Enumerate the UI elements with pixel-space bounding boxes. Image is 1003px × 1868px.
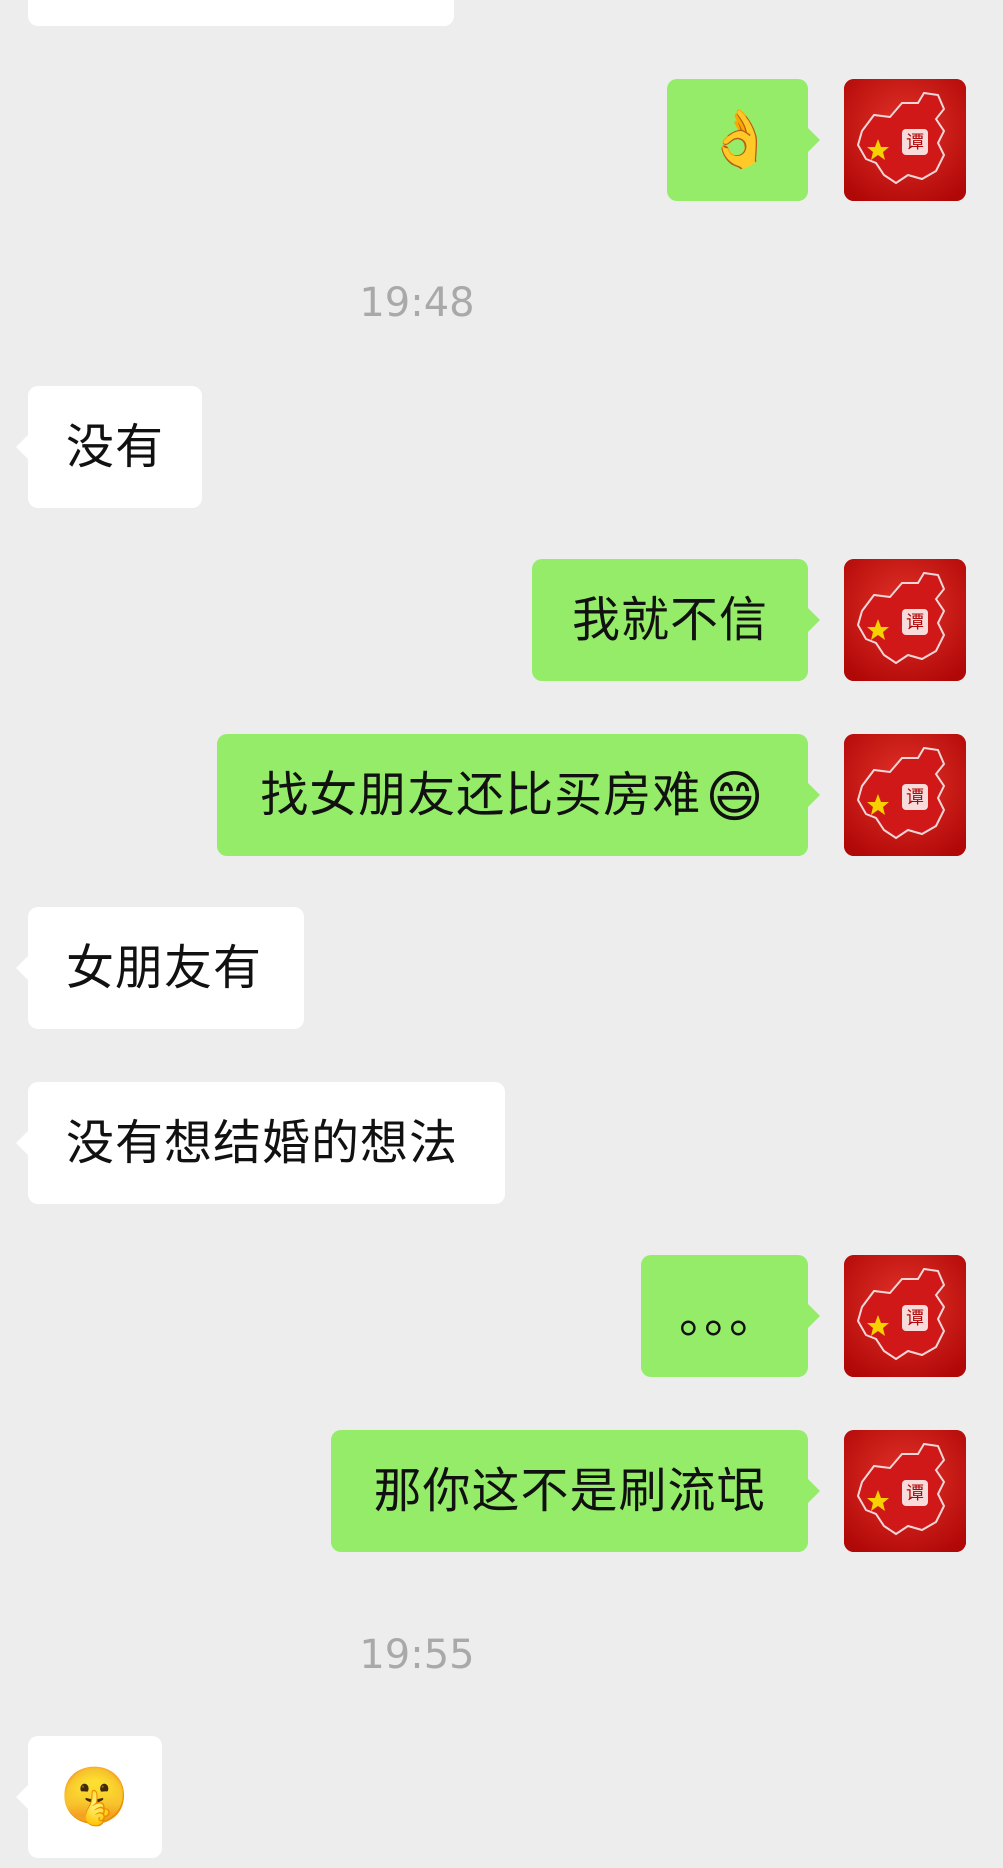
timestamp: 19:55 — [359, 1632, 475, 1678]
china-map-flag-icon: 谭 — [844, 559, 966, 681]
avatar-badge-text: 谭 — [906, 1483, 924, 1504]
china-map-flag-icon: 谭 — [844, 734, 966, 856]
outgoing-message[interactable]: 。。。 — [641, 1255, 820, 1377]
grinning-face-emoji: 😄 — [705, 765, 765, 830]
outgoing-message[interactable]: 找女朋友还比买房难😄 — [217, 734, 820, 856]
china-map-flag-icon: 谭 — [844, 79, 966, 201]
outgoing-message[interactable]: 👌 — [667, 79, 820, 201]
avatar-badge-text: 谭 — [906, 132, 924, 153]
china-map-flag-icon: 谭 — [844, 1430, 966, 1552]
incoming-message[interactable]: 女朋友有 — [16, 907, 304, 1029]
avatar-badge-text: 谭 — [906, 787, 924, 808]
incoming-bubble-partial[interactable] — [28, 0, 454, 26]
incoming-message[interactable]: 没有 — [16, 386, 202, 508]
outgoing-message[interactable]: 那你这不是刷流氓 — [331, 1430, 820, 1552]
avatar-badge-text: 谭 — [906, 612, 924, 633]
avatar[interactable]: 谭 — [844, 1255, 966, 1377]
avatar[interactable]: 谭 — [844, 1430, 966, 1552]
incoming-message[interactable]: 没有想结婚的想法 — [16, 1082, 505, 1204]
incoming-message[interactable]: 🤫 — [16, 1736, 162, 1858]
shushing-face-emoji: 🤫 — [59, 1764, 131, 1829]
avatar[interactable]: 谭 — [844, 734, 966, 856]
chat-thread: 👌 谭 19:48 没有 我就不信 谭 找女朋友还比买房难😄 谭 女朋友有 没有… — [0, 0, 1003, 1868]
avatar-badge-text: 谭 — [906, 1308, 924, 1329]
avatar[interactable]: 谭 — [844, 79, 966, 201]
avatar[interactable]: 谭 — [844, 559, 966, 681]
ok-hand-emoji: 👌 — [705, 107, 776, 172]
outgoing-message[interactable]: 我就不信 — [532, 559, 820, 681]
china-map-flag-icon: 谭 — [844, 1255, 966, 1377]
timestamp: 19:48 — [359, 280, 475, 326]
